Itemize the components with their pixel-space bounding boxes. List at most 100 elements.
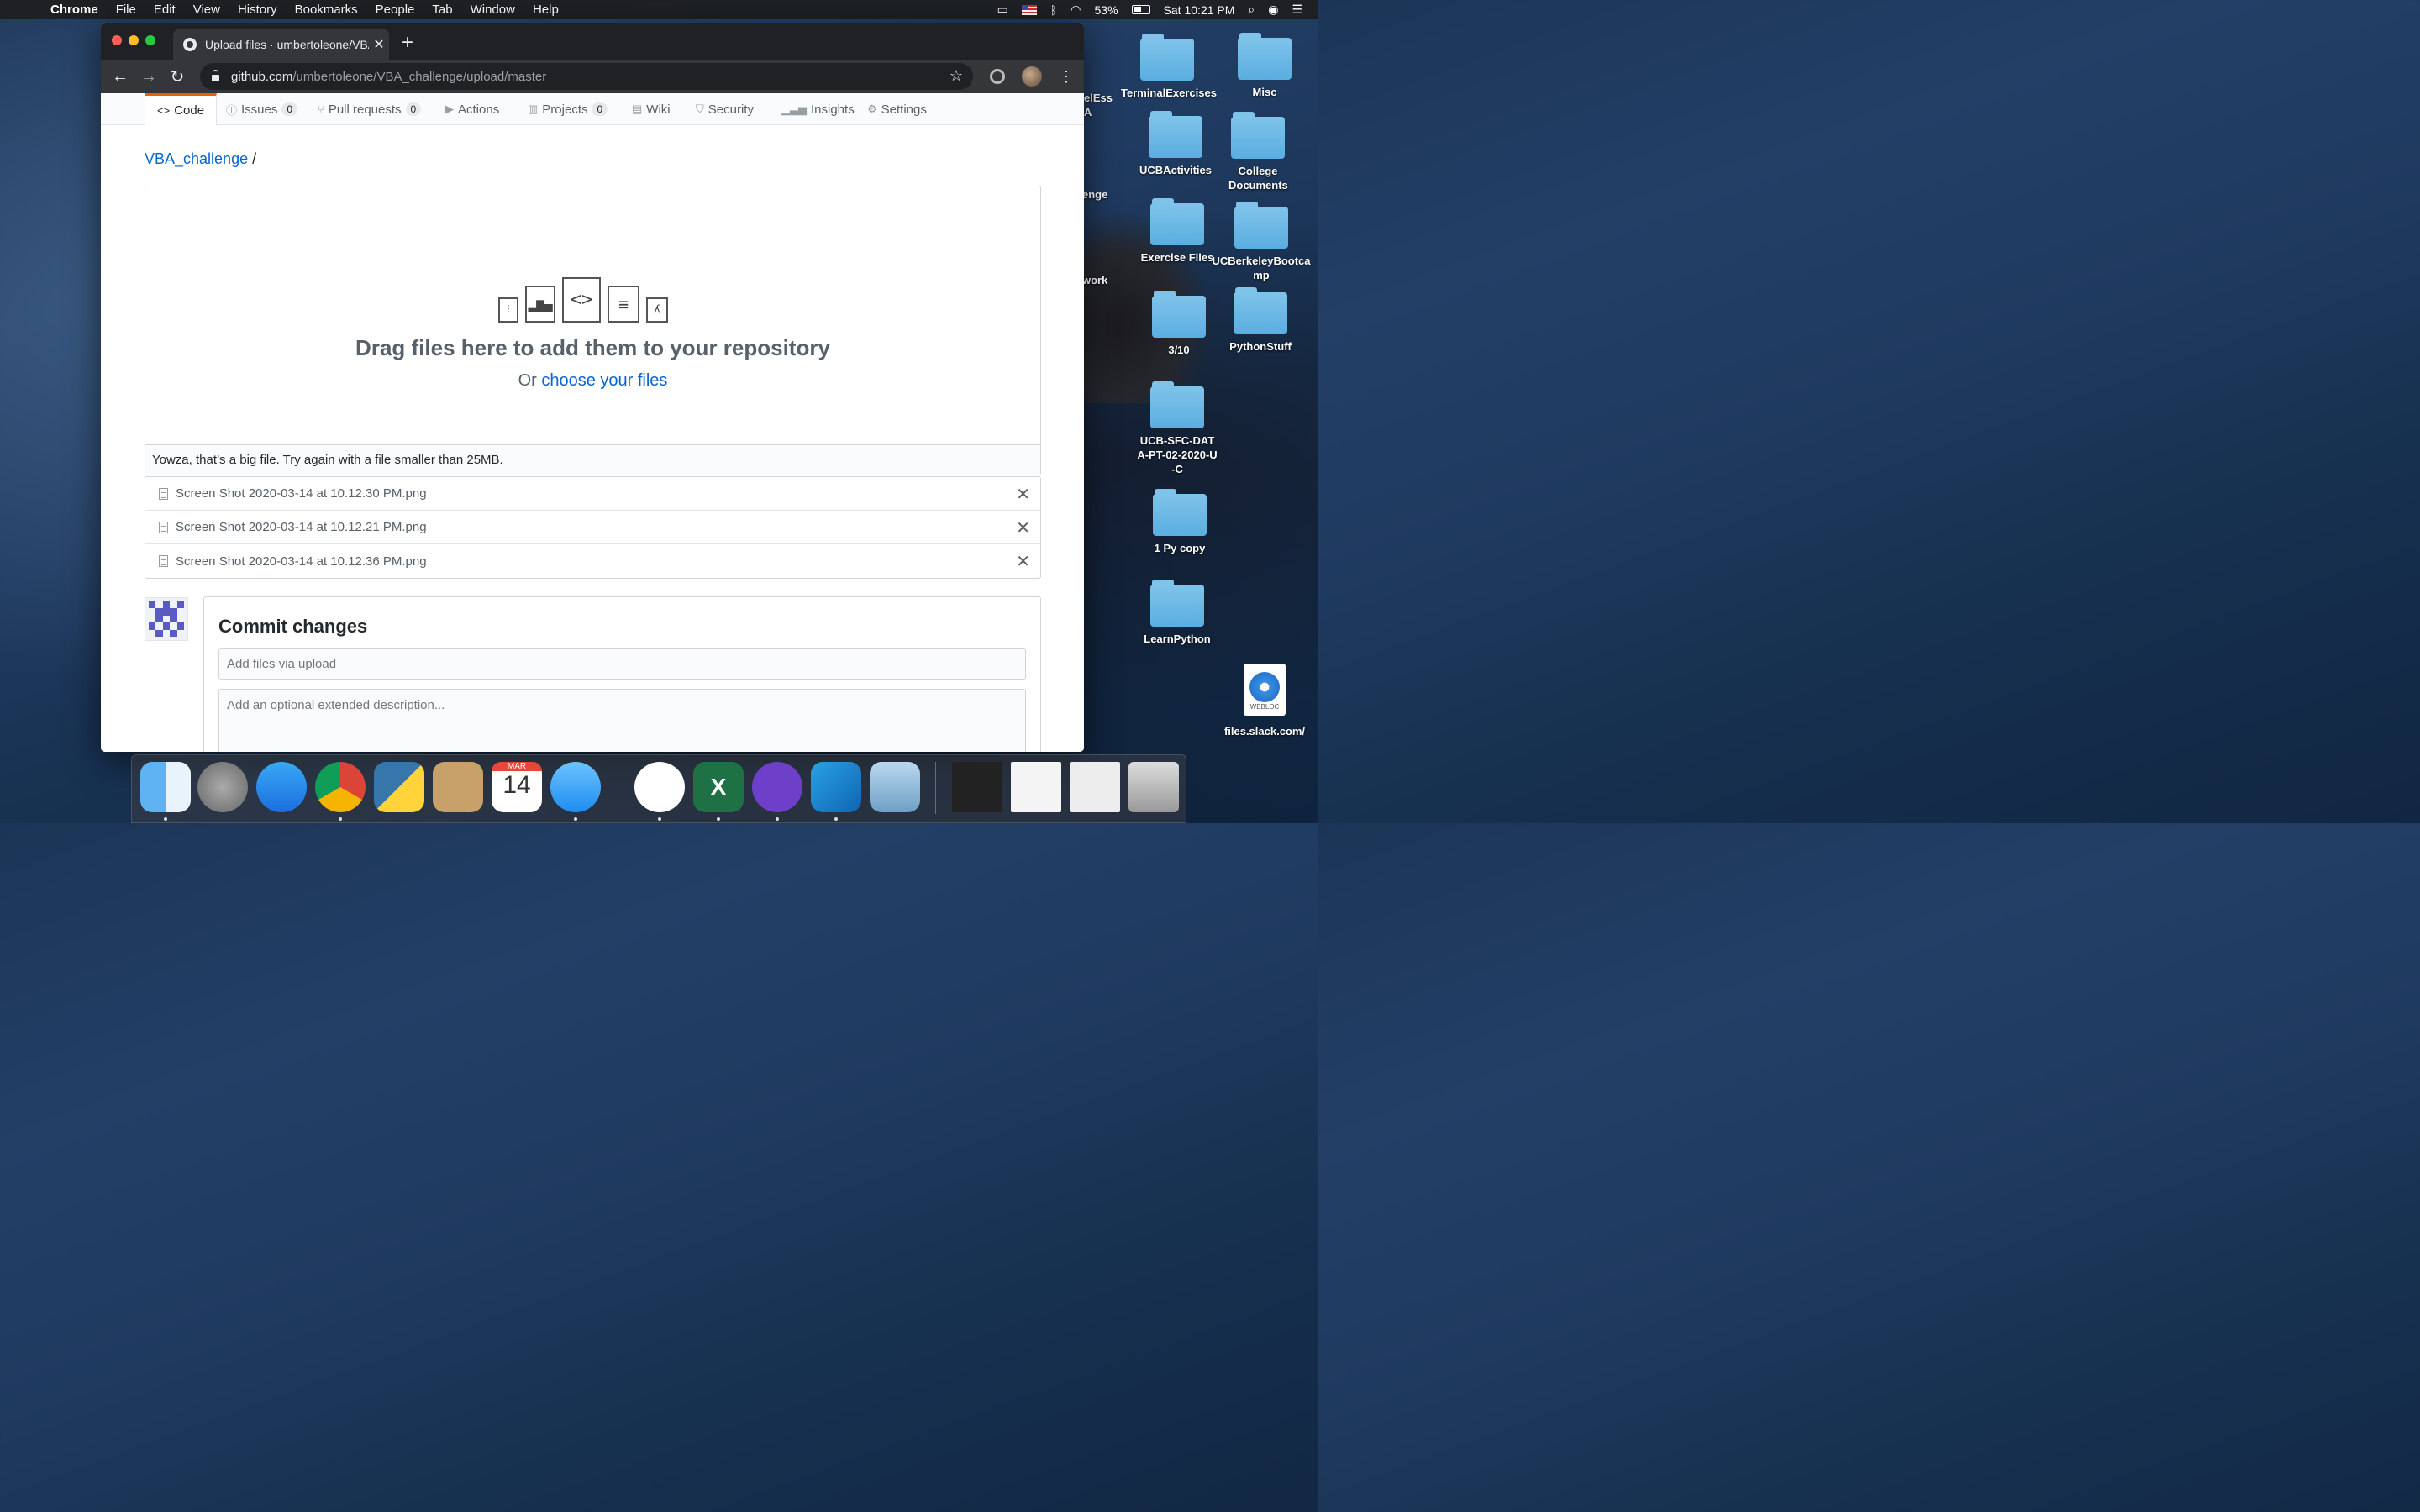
tab-label: Issues (241, 102, 278, 117)
tab-security[interactable]: ⛉ Security (696, 93, 754, 125)
menu-file[interactable]: File (116, 3, 136, 17)
file-dropzone[interactable]: ⫶ ▂▆▄ <> ≡ ʎ Drag files here to add them… (145, 186, 1041, 475)
upload-error-message: Yowza, that’s a big file. Try again with… (145, 444, 1040, 475)
tab-actions[interactable]: ▶ Actions (445, 93, 499, 125)
tab-label: Settings (881, 102, 927, 117)
back-button[interactable]: ← (106, 67, 134, 87)
commit-description-textarea[interactable] (218, 689, 1026, 752)
tab-insights[interactable]: ▁▃▅ Insights (781, 93, 855, 125)
webloc-files-slack[interactable]: WEBLOC files.slack.com/ (1218, 664, 1311, 738)
desktop-item-label: enge (1082, 188, 1108, 201)
notification-center-icon[interactable]: ☰ (1292, 3, 1302, 17)
commit-summary-input[interactable] (218, 648, 1026, 680)
tab-pull-requests[interactable]: ⑂ Pull requests 0 (318, 93, 422, 125)
wifi-icon[interactable]: ◠ (1071, 3, 1081, 17)
folder-1-py-copy[interactable]: 1 Py copy (1134, 489, 1226, 555)
calendar-icon[interactable]: MAR 14 (492, 762, 542, 812)
folder-misc[interactable]: Misc (1218, 33, 1311, 99)
minimize-window-button[interactable] (129, 35, 139, 45)
input-source-flag-icon[interactable] (1021, 4, 1037, 15)
address-bar[interactable]: github.com/umbertoleone/VBA_challenge/up… (200, 63, 973, 90)
menu-bookmarks[interactable]: Bookmarks (295, 3, 358, 17)
menu-window[interactable]: Window (471, 3, 515, 17)
desktop-item-label: A (1084, 106, 1092, 118)
battery-icon[interactable] (1131, 5, 1150, 14)
extension-icon[interactable] (990, 69, 1005, 84)
lock-icon[interactable] (212, 69, 219, 81)
close-tab-icon[interactable]: ✕ (369, 36, 389, 53)
zoom-window-button[interactable] (145, 35, 155, 45)
github-desktop-icon[interactable] (752, 762, 802, 812)
airplay-icon[interactable]: ▭ (997, 3, 1008, 17)
remove-file-icon[interactable]: ✕ (1016, 551, 1030, 572)
remove-file-icon[interactable]: ✕ (1016, 517, 1030, 538)
new-tab-button[interactable]: + (402, 31, 413, 55)
tab-projects[interactable]: ▥ Projects 0 (528, 93, 608, 125)
forward-button[interactable]: → (134, 67, 163, 87)
python-launcher-icon[interactable] (374, 762, 424, 812)
url-path: /umbertoleone/VBA_challenge/upload/maste… (292, 69, 547, 84)
menu-app-chrome[interactable]: Chrome (50, 3, 98, 17)
chrome-menu-icon[interactable]: ⋮ (1059, 68, 1074, 86)
contacts-icon[interactable] (433, 762, 483, 812)
desktop-item-label: UCB-SFC-DATA-PT-02-2020-U-C (1137, 434, 1218, 475)
preview-icon[interactable] (870, 762, 920, 812)
menu-help[interactable]: Help (533, 3, 559, 17)
choose-files-link[interactable]: choose your files (541, 371, 667, 390)
tab-code[interactable]: <> Code (145, 93, 218, 126)
siri-icon[interactable]: ◉ (1268, 3, 1278, 17)
finder-icon[interactable] (140, 762, 191, 812)
messages-icon[interactable] (550, 762, 601, 812)
reload-button[interactable]: ↻ (163, 66, 192, 87)
folder-ucb-sfc-data[interactable]: UCB-SFC-DATA-PT-02-2020-U-C (1131, 381, 1223, 476)
desktop-item-partial-1[interactable]: elEss A (1084, 91, 1118, 119)
running-indicator (658, 817, 661, 821)
launchpad-icon[interactable] (197, 762, 248, 812)
minimized-window-thumbnail[interactable] (952, 762, 1002, 812)
webloc-label: WEBLOC (1249, 703, 1280, 711)
menu-people[interactable]: People (376, 3, 415, 17)
tab-issues[interactable]: ⓘ Issues 0 (226, 93, 298, 125)
browser-tab-active[interactable]: Upload files · umbertoleone/VBA ✕ (173, 29, 389, 60)
spotlight-search-icon[interactable]: ⌕ (1248, 3, 1255, 17)
code-file-icon: <> (562, 277, 601, 323)
battery-percent[interactable]: 53% (1095, 3, 1118, 17)
repo-link[interactable]: VBA_challenge (145, 150, 248, 167)
folder-python-stuff[interactable]: PythonStuff (1214, 287, 1307, 354)
vscode-icon[interactable] (811, 762, 861, 812)
trash-icon[interactable] (1128, 762, 1179, 812)
folder-3-10[interactable]: 3/10 (1133, 291, 1225, 357)
desktop-item-partial-3[interactable]: work (1082, 273, 1116, 287)
excel-icon[interactable]: X (693, 762, 744, 812)
menu-edit[interactable]: Edit (154, 3, 176, 17)
clock[interactable]: Sat 10:21 PM (1164, 3, 1235, 17)
folder-ucb-activities[interactable]: UCBActivities (1129, 111, 1222, 177)
minimized-window-thumbnail[interactable] (1011, 762, 1061, 812)
app-store-icon[interactable] (256, 762, 307, 812)
folder-terminal-exercises[interactable]: TerminalExercises (1121, 34, 1217, 100)
tab-wiki[interactable]: ▤ Wiki (632, 93, 671, 125)
slack-icon[interactable] (634, 762, 685, 812)
close-window-button[interactable] (112, 35, 122, 45)
excel-letter: X (710, 774, 727, 800)
menu-view[interactable]: View (193, 3, 220, 17)
folder-learn-python[interactable]: LearnPython (1131, 580, 1223, 646)
book-icon: ▤ (632, 102, 643, 115)
chrome-icon[interactable] (315, 762, 366, 812)
tab-label: Projects (542, 102, 588, 117)
menu-tab[interactable]: Tab (432, 3, 452, 17)
remove-file-icon[interactable]: ✕ (1016, 484, 1030, 505)
desktop-item-label: UCBActivities (1139, 164, 1212, 176)
bluetooth-icon[interactable]: ᛒ (1050, 3, 1057, 17)
gear-icon: ⚙ (867, 102, 877, 115)
menu-history[interactable]: History (238, 3, 277, 17)
bookmark-star-icon[interactable]: ☆ (950, 67, 963, 85)
user-identicon-avatar[interactable] (145, 597, 188, 641)
folder-college-documents[interactable]: College Documents (1212, 112, 1304, 192)
desktop-item-partial-2[interactable]: enge (1082, 187, 1116, 202)
minimized-window-thumbnail[interactable] (1070, 762, 1120, 812)
profile-avatar[interactable] (1022, 66, 1042, 87)
folder-ucberkeley-bootcamp[interactable]: UCBerkeleyBootcamp (1210, 202, 1313, 282)
tab-settings[interactable]: ⚙ Settings (867, 93, 927, 125)
breadcrumb: VBA_challenge / (145, 150, 256, 168)
